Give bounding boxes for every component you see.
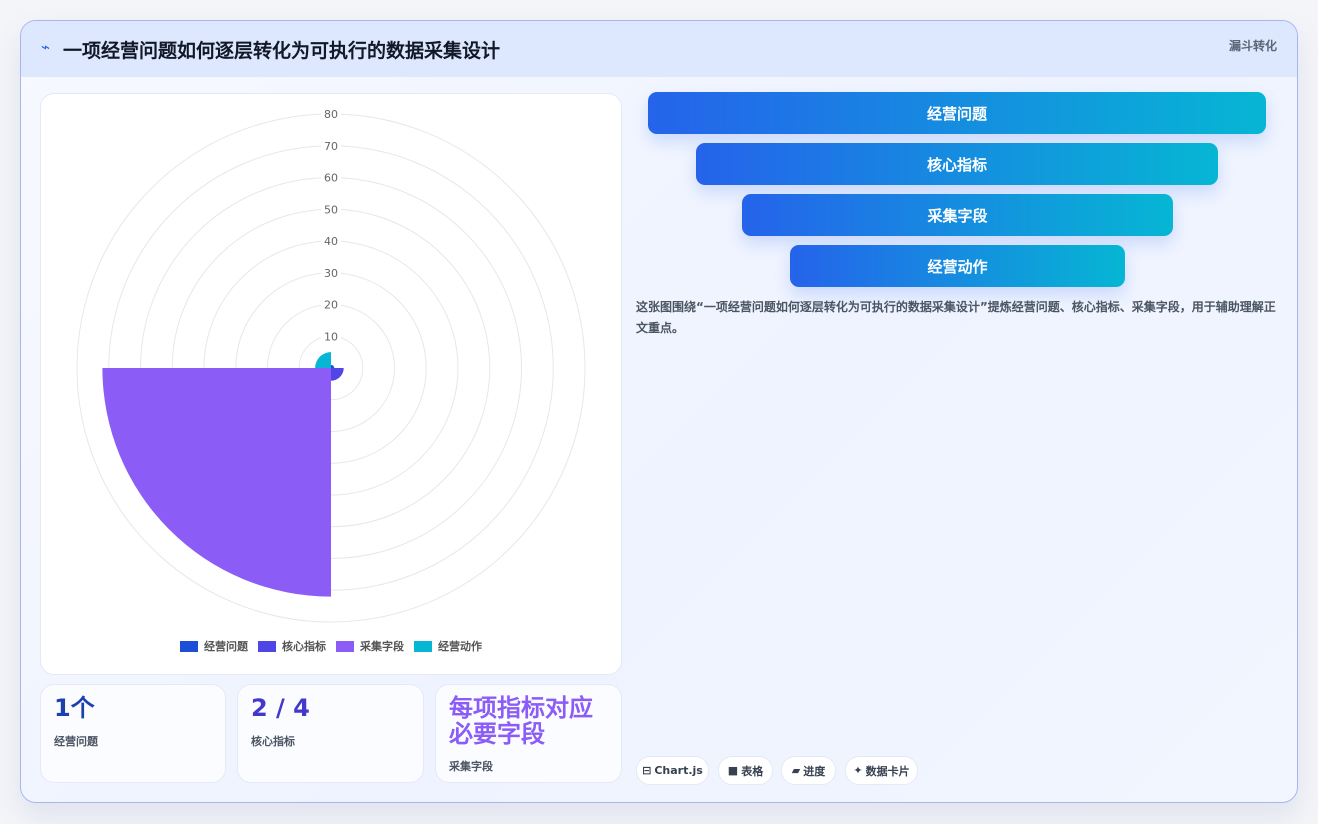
funnel-step-action: 经营动作 [790, 245, 1125, 287]
chart-type-tag: 漏斗转化 [1228, 39, 1277, 53]
tick-label-30: 30 [324, 267, 338, 280]
main-card: ⌁ 一项经营问题如何逐层转化为可执行的数据采集设计 漏斗转化 10 20 30 40 5… [20, 20, 1298, 803]
tick-label-10: 10 [324, 330, 338, 343]
legend-swatch [336, 640, 354, 652]
progress-icon: ▰ [791, 764, 801, 777]
tick-label-60: 60 [324, 172, 338, 185]
table-icon: ■ [727, 764, 739, 777]
stat-card-question: 1个 经营问题 [40, 684, 226, 783]
stat-value: 1个 [54, 694, 95, 722]
polar-area-chart: 10 20 30 40 50 60 70 80 [76, 107, 586, 623]
chip-label: Chart.js [654, 764, 703, 777]
stat-label: 核心指标 [251, 735, 295, 748]
page-title: 一项经营问题如何逐层转化为可执行的数据采集设计 [63, 40, 501, 62]
stat-label: 经营问题 [54, 735, 98, 748]
polar-chart-panel: 10 20 30 40 50 60 70 80 经营问题 核心指标 采集字段 经营动作 [40, 93, 622, 675]
tick-label-40: 40 [324, 235, 338, 248]
stat-label: 采集字段 [449, 760, 493, 773]
polar-sector-2[interactable] [331, 368, 344, 381]
stat-card-metrics: 2 / 4 核心指标 [237, 684, 424, 783]
stat-card-fields: 每项指标对应必要字段 采集字段 [435, 684, 622, 783]
chart-line-icon: ⌁ [41, 38, 51, 56]
tick-label-50: 50 [324, 203, 338, 216]
legend-item-4[interactable]: 经营动作 [414, 638, 482, 654]
stat-value: 2 / 4 [251, 694, 310, 722]
header: ⌁ 一项经营问题如何逐层转化为可执行的数据采集设计 漏斗转化 [21, 21, 1297, 77]
polar-sector-4[interactable] [315, 352, 331, 368]
legend-item-3[interactable]: 采集字段 [336, 638, 404, 654]
legend-label: 经营动作 [438, 640, 482, 653]
polar-sector-3[interactable] [102, 368, 332, 597]
legend-item-2[interactable]: 核心指标 [258, 638, 326, 654]
chip-label: 数据卡片 [865, 764, 910, 778]
funnel-step-question: 经营问题 [648, 92, 1266, 134]
tick-label-70: 70 [324, 140, 338, 153]
chip-data-card[interactable]: ✦ 数据卡片 [845, 756, 918, 785]
legend-swatch [180, 640, 198, 652]
tick-label-20: 20 [324, 299, 338, 312]
funnel-step-fields: 采集字段 [742, 194, 1173, 236]
chart-icon: ⊟ [642, 764, 652, 777]
legend-label: 采集字段 [360, 640, 404, 653]
sparkle-icon: ✦ [853, 764, 863, 777]
legend-swatch [258, 640, 276, 652]
chip-label: 进度 [803, 764, 826, 778]
chip-chartjs[interactable]: ⊟ Chart.js [636, 756, 709, 785]
legend-label: 核心指标 [282, 640, 326, 653]
funnel-step-metrics: 核心指标 [696, 143, 1218, 185]
legend-label: 经营问题 [204, 640, 248, 653]
tick-label-80: 80 [324, 108, 338, 121]
stat-value: 每项指标对应必要字段 [449, 694, 593, 748]
legend-swatch [414, 640, 432, 652]
chip-progress[interactable]: ▰ 进度 [781, 756, 836, 785]
legend-item-1[interactable]: 经营问题 [180, 638, 248, 654]
chip-label: 表格 [741, 764, 764, 778]
description-text: 这张图围绕“一项经营问题如何逐层转化为可执行的数据采集设计”提炼经营问题、核心指… [636, 300, 1276, 335]
chart-legend: 经营问题 核心指标 采集字段 经营动作 [41, 638, 621, 654]
polar-sector-1[interactable] [331, 364, 335, 368]
chip-table[interactable]: ■ 表格 [718, 756, 773, 785]
